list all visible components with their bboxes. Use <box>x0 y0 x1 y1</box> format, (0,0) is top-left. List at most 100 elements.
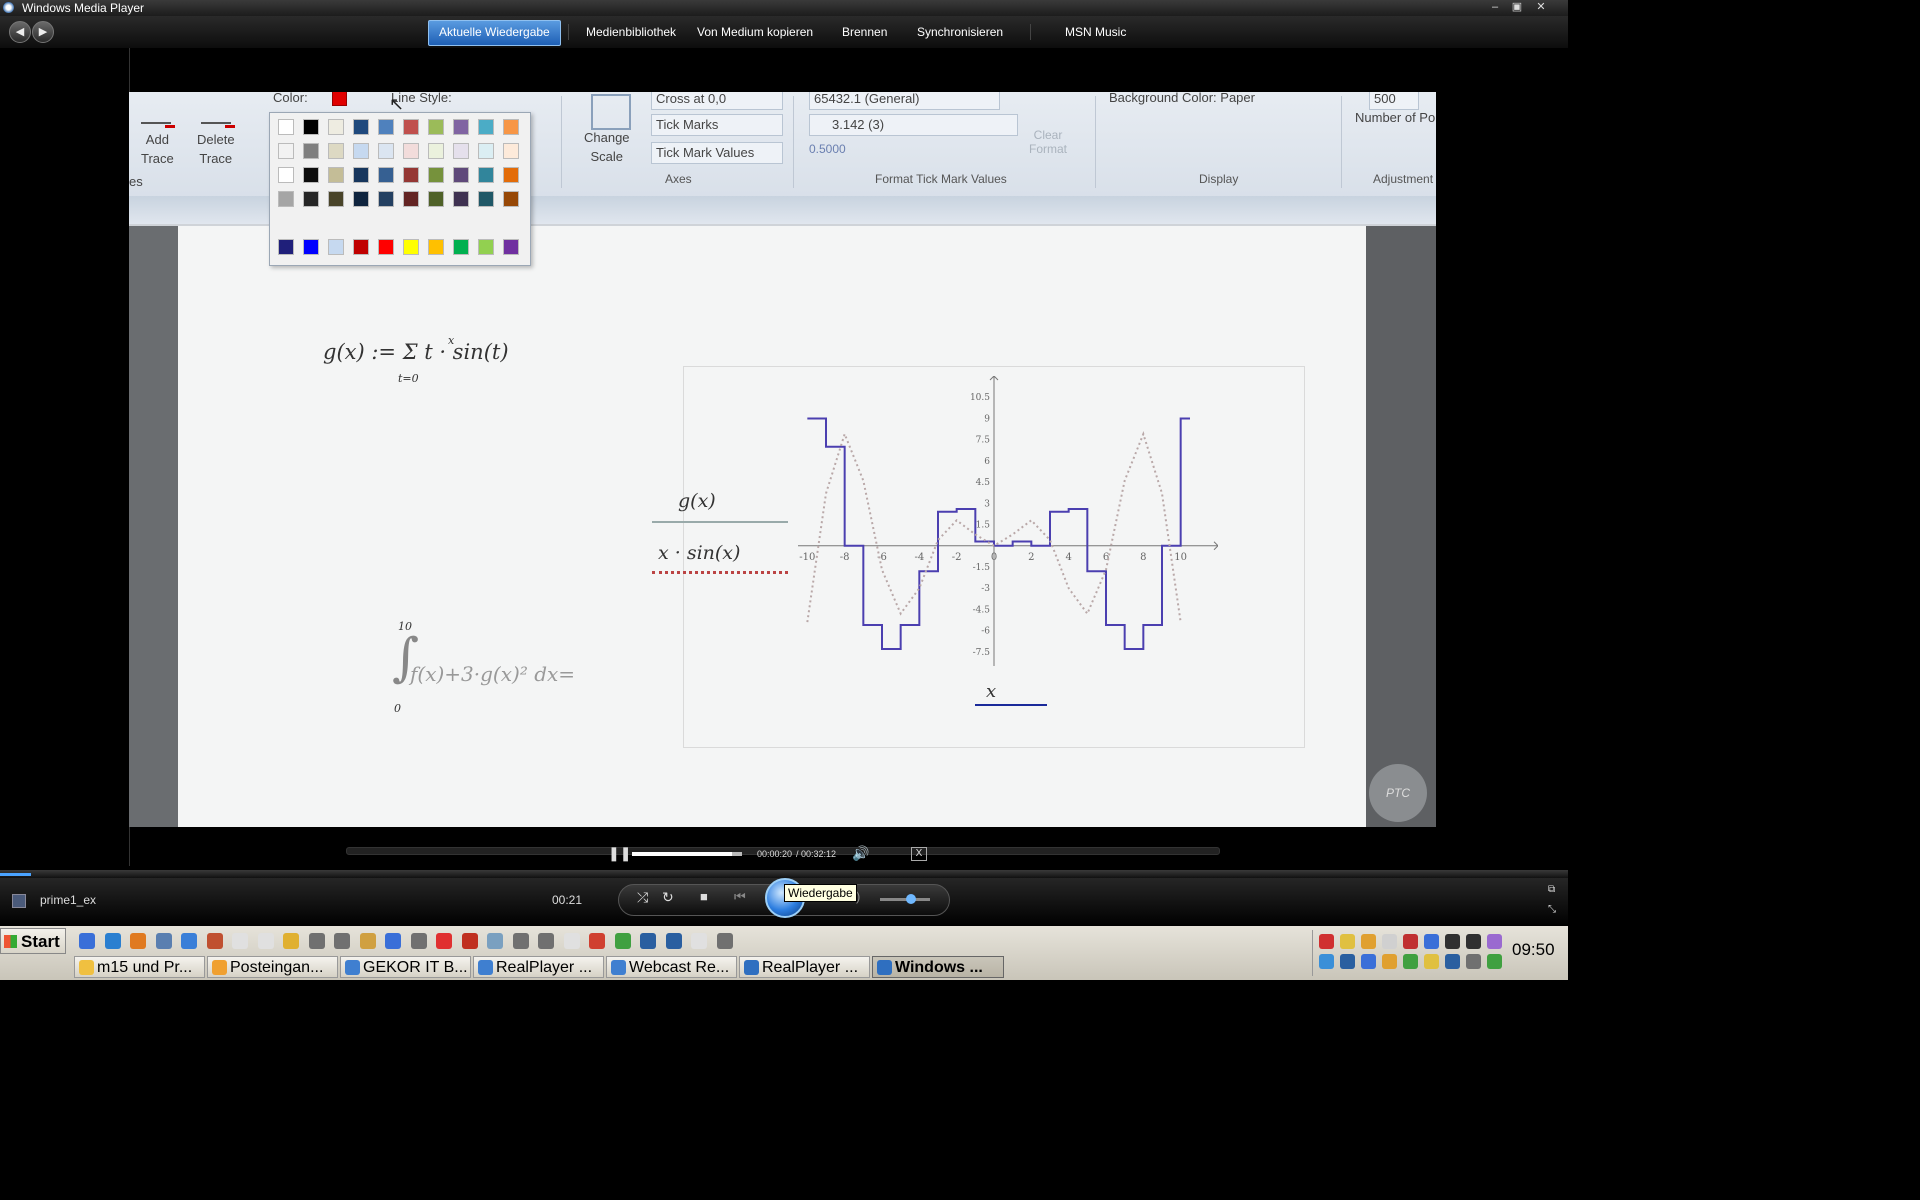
volume-knob[interactable] <box>906 894 916 904</box>
color-swatch[interactable] <box>478 119 494 135</box>
color-swatch[interactable] <box>328 191 344 207</box>
tray-icon[interactable] <box>1382 934 1397 949</box>
quick-launch-icon[interactable] <box>283 933 299 949</box>
taskbar-button[interactable]: m15 und Pr... <box>74 956 205 978</box>
color-swatch[interactable] <box>303 119 319 135</box>
color-swatch[interactable] <box>303 167 319 183</box>
tray-icon[interactable] <box>1445 954 1460 969</box>
tray-icon[interactable] <box>1466 934 1481 949</box>
tray-icon[interactable] <box>1319 934 1334 949</box>
close-button[interactable]: ✕ <box>1532 1 1550 14</box>
tray-icon[interactable] <box>1445 934 1460 949</box>
cross-at-button[interactable]: Cross at 0,0 <box>651 92 783 110</box>
tab-burn[interactable]: Brennen <box>842 20 887 44</box>
quick-launch-icon[interactable] <box>512 933 529 949</box>
stop-icon[interactable]: ■ <box>700 889 708 904</box>
repeat-icon[interactable]: ↻ <box>662 889 674 906</box>
color-swatch[interactable] <box>503 191 519 207</box>
quick-launch-icon[interactable] <box>563 933 580 949</box>
color-swatch[interactable] <box>403 191 419 207</box>
color-swatch[interactable] <box>278 239 294 255</box>
tray-icon[interactable] <box>1403 934 1418 949</box>
taskbar-button[interactable]: Windows ... <box>872 956 1004 978</box>
color-swatch[interactable] <box>453 143 469 159</box>
color-swatch[interactable] <box>303 143 319 159</box>
tab-sync[interactable]: Synchronisieren <box>917 20 1003 44</box>
tray-icon[interactable] <box>1361 934 1376 949</box>
taskbar-button[interactable]: GEKOR IT B... <box>340 956 471 978</box>
quick-launch-icon[interactable] <box>487 933 503 949</box>
tray-icon[interactable] <box>1424 954 1439 969</box>
seek-slider[interactable] <box>0 870 1568 878</box>
color-swatch[interactable] <box>328 143 344 159</box>
color-swatch[interactable] <box>353 119 369 135</box>
color-swatch[interactable] <box>478 143 494 159</box>
quick-launch-icon[interactable] <box>410 933 427 949</box>
quick-launch-icon[interactable] <box>308 933 325 949</box>
tray-icon[interactable] <box>1319 954 1334 969</box>
color-swatch[interactable] <box>428 239 444 255</box>
tab-library[interactable]: Medienbibliothek <box>586 20 676 44</box>
color-swatch[interactable] <box>478 191 494 207</box>
tab-rip[interactable]: Von Medium kopieren <box>697 20 813 44</box>
volume-slider[interactable] <box>880 894 930 904</box>
taskbar-button[interactable]: Posteingan... <box>207 956 338 978</box>
previous-icon[interactable]: ⏮ <box>734 889 746 905</box>
quick-launch-icon[interactable] <box>665 933 682 949</box>
color-swatch[interactable] <box>378 239 394 255</box>
quick-launch-icon[interactable] <box>257 933 274 949</box>
quick-launch-icon[interactable] <box>640 933 656 949</box>
color-swatch[interactable] <box>278 119 294 135</box>
color-swatch[interactable] <box>453 239 469 255</box>
color-swatch[interactable] <box>428 143 444 159</box>
quick-launch-icon[interactable] <box>79 933 95 949</box>
color-swatch[interactable] <box>428 119 444 135</box>
color-swatch[interactable] <box>478 239 494 255</box>
taskbar-button[interactable]: Webcast Re... <box>606 956 737 978</box>
color-swatch[interactable] <box>303 191 319 207</box>
quick-launch-icon[interactable] <box>461 933 478 949</box>
color-swatch[interactable] <box>278 167 294 183</box>
quick-launch-icon[interactable] <box>691 933 707 949</box>
tray-icon[interactable] <box>1382 954 1397 969</box>
color-swatch[interactable] <box>378 119 394 135</box>
clip-progress-bar[interactable] <box>632 852 742 856</box>
color-swatch[interactable] <box>403 143 419 159</box>
quick-launch-icon[interactable] <box>436 933 452 949</box>
quick-launch-icon[interactable] <box>589 933 605 949</box>
color-swatch[interactable] <box>378 143 394 159</box>
color-swatch[interactable] <box>353 239 369 255</box>
quick-launch-icon[interactable] <box>206 933 223 949</box>
color-palette-dropdown[interactable] <box>269 112 531 266</box>
format-general-dropdown[interactable]: 65432.1 (General) <box>809 92 1000 110</box>
tray-icon[interactable] <box>1361 954 1376 969</box>
color-swatch[interactable] <box>332 92 347 106</box>
color-swatch[interactable] <box>378 191 394 207</box>
color-swatch[interactable] <box>403 119 419 135</box>
quick-launch-icon[interactable] <box>130 933 146 949</box>
tray-icon[interactable] <box>1403 954 1418 969</box>
tray-icon[interactable] <box>1340 954 1355 969</box>
pause-icon[interactable]: ❚❚ <box>608 845 631 862</box>
maximize-button[interactable]: ▣ <box>1508 1 1526 14</box>
tab-msn-music[interactable]: MSN Music <box>1065 20 1126 44</box>
quick-launch-icon[interactable] <box>385 933 401 949</box>
taskbar-button[interactable]: RealPlayer ... <box>473 956 604 978</box>
tray-icon[interactable] <box>1340 934 1355 949</box>
color-swatch[interactable] <box>503 119 519 135</box>
quick-launch-icon[interactable] <box>181 933 197 949</box>
shuffle-icon[interactable]: ⤮ <box>637 889 648 906</box>
quick-launch-icon[interactable] <box>155 933 172 949</box>
color-swatch[interactable] <box>328 239 344 255</box>
color-swatch[interactable] <box>478 167 494 183</box>
tray-icon[interactable] <box>1487 954 1502 969</box>
color-swatch[interactable] <box>428 191 444 207</box>
color-swatch[interactable] <box>353 143 369 159</box>
color-swatch[interactable] <box>328 119 344 135</box>
color-swatch[interactable] <box>328 167 344 183</box>
quick-launch-icon[interactable] <box>716 933 733 949</box>
color-swatch[interactable] <box>378 167 394 183</box>
quick-launch-icon[interactable] <box>232 933 248 949</box>
quick-launch-icon[interactable] <box>538 933 554 949</box>
color-swatch[interactable] <box>503 167 519 183</box>
